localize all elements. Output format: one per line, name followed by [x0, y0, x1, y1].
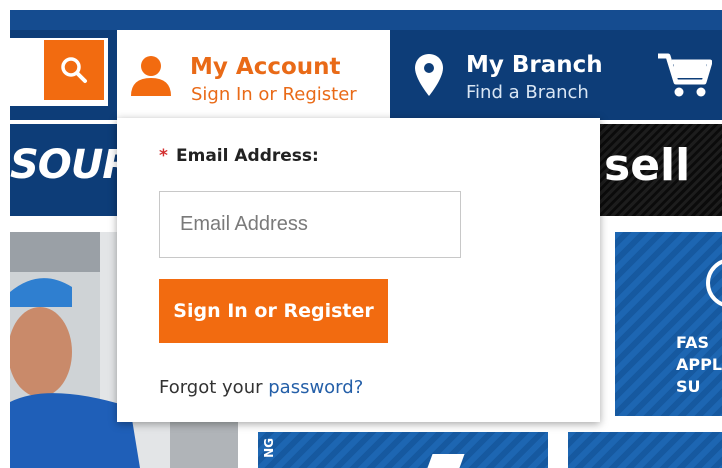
page-top-strip: [0, 0, 722, 10]
feature-tile-bottom-2[interactable]: [568, 432, 722, 468]
forgot-password-text: Forgot your password?: [159, 377, 363, 398]
forgot-prefix: Forgot your: [159, 377, 269, 398]
email-label: Email Address:: [176, 146, 319, 166]
sign-in-register-button[interactable]: Sign In or Register: [159, 279, 388, 343]
find-branch-link[interactable]: Find a Branch: [466, 82, 589, 103]
forgot-password-link[interactable]: password?: [268, 377, 363, 398]
map-pin-icon: [415, 54, 443, 96]
search-icon: [61, 57, 87, 83]
shopping-cart-icon[interactable]: [656, 50, 712, 98]
ticket-icon: [427, 454, 465, 468]
email-field[interactable]: [159, 191, 461, 258]
my-account-title[interactable]: My Account: [190, 54, 341, 80]
user-icon: [131, 56, 171, 96]
feature-tile-text: FAS APPL SU: [676, 333, 722, 396]
header-top-band: [10, 10, 722, 30]
required-marker: *: [159, 146, 168, 166]
feature-tile-bottom-1[interactable]: [258, 432, 548, 468]
search-button[interactable]: [44, 40, 104, 100]
my-branch-title[interactable]: My Branch: [466, 52, 603, 78]
sign-in-register-link[interactable]: Sign In or Register: [191, 84, 357, 105]
feature-tile-vertical-label: NG: [262, 438, 276, 458]
promo-sell-text: sell: [604, 140, 691, 191]
